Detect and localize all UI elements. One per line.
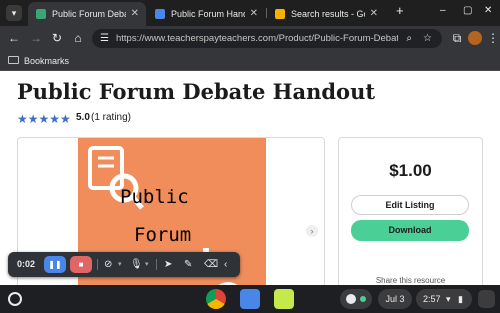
cover-title-line1: Public (120, 186, 189, 208)
overview-icon[interactable] (478, 290, 495, 308)
close-tab-icon[interactable]: ✕ (370, 2, 378, 26)
system-tray[interactable]: 2:57 ▾ ▮ (416, 289, 472, 309)
tab-title: Public Forum Handout - (171, 9, 245, 19)
docs-favicon-icon (155, 9, 165, 19)
address-bar[interactable]: ☰ https://www.teacherspayteachers.com/Pr… (92, 29, 442, 48)
rating-count[interactable]: (1 rating) (91, 112, 131, 123)
chevron-down-icon[interactable]: ▾ (118, 252, 122, 277)
clock: 2:57 (423, 294, 441, 304)
new-tab-icon[interactable]: + (396, 3, 404, 18)
product-title: Public Forum Debate Handout (17, 79, 376, 104)
browser-toolbar: ← → ↻ ⌂ ☰ https://www.teacherspayteacher… (0, 26, 500, 51)
system-shelf: Jul 3 2:57 ▾ ▮ (0, 285, 500, 313)
files-app-icon[interactable] (240, 289, 260, 309)
notes-app-icon[interactable] (274, 289, 294, 309)
share-resource-label: Share this resource (375, 276, 446, 285)
record-status-icon (346, 294, 356, 304)
stop-button[interactable]: ■ (70, 256, 92, 273)
folder-icon (8, 56, 19, 64)
tab-public-forum-debate[interactable]: Public Forum Debate Ha ✕ (28, 2, 146, 26)
menu-icon[interactable]: ⋮ (484, 29, 500, 47)
close-window-icon[interactable]: ✕ (484, 5, 492, 16)
search-icon[interactable]: ⌕ (406, 29, 412, 48)
close-tab-icon[interactable]: ✕ (131, 2, 139, 26)
screen-recorder-bar: 0:02 ❚❚ ■ ⊘ ▾ 🎙 ▾ ➤ ✎ ⌫ ‹ (8, 252, 240, 277)
camera-off-icon[interactable]: ⊘ (104, 252, 112, 277)
price: $1.00 (389, 161, 432, 180)
drive-favicon-icon (275, 9, 285, 19)
launcher-icon[interactable] (8, 292, 22, 306)
collapse-icon[interactable]: ‹ (224, 252, 227, 277)
url-text[interactable]: https://www.teacherspayteachers.com/Prod… (116, 29, 398, 48)
rating-stars: ★★★★★ (17, 112, 71, 126)
next-image-icon[interactable]: › (306, 225, 318, 237)
cover-title-line2: Forum (134, 224, 192, 246)
chevron-down-icon[interactable]: ▾ (145, 252, 149, 277)
edit-listing-button[interactable]: Edit Listing (351, 195, 469, 215)
pointer-icon[interactable]: ➤ (164, 252, 172, 277)
battery-icon: ▮ (458, 294, 463, 304)
bookmarks-folder[interactable]: Bookmarks (24, 51, 69, 71)
pen-icon[interactable]: ✎ (184, 252, 192, 277)
minimize-icon[interactable]: – (440, 5, 446, 16)
tab-search-button[interactable]: ▾ (6, 5, 22, 21)
maximize-icon[interactable]: ▢ (463, 5, 472, 16)
profile-avatar[interactable] (468, 31, 482, 45)
reload-icon[interactable]: ↻ (48, 29, 66, 47)
bookmark-star-icon[interactable]: ☆ (423, 29, 432, 48)
home-icon[interactable]: ⌂ (69, 29, 87, 47)
forward-icon[interactable]: → (27, 29, 45, 47)
bookmarks-bar: Bookmarks (0, 51, 500, 71)
date-tray[interactable]: Jul 3 (378, 289, 412, 309)
rating-score: 5.0 (76, 112, 90, 123)
tpt-favicon-icon (36, 9, 46, 19)
extensions-icon[interactable]: ⧉ (448, 29, 466, 47)
eraser-icon[interactable]: ⌫ (204, 252, 218, 277)
tab-google-search[interactable]: Search results - Google ✕ (267, 2, 385, 26)
download-button[interactable]: Download (351, 220, 469, 241)
recorder-divider (97, 259, 98, 270)
wifi-icon: ▾ (446, 294, 451, 304)
active-dot-icon (360, 296, 366, 302)
recorder-divider (156, 259, 157, 270)
back-icon[interactable]: ← (5, 29, 23, 47)
close-tab-icon[interactable]: ✕ (250, 2, 258, 26)
status-indicator[interactable] (340, 289, 372, 309)
tab-strip: ▾ Public Forum Debate Ha ✕ Public Forum … (0, 0, 500, 26)
tab-public-forum-handout[interactable]: Public Forum Handout - ✕ (147, 2, 265, 26)
tab-title: Public Forum Debate Ha (52, 9, 126, 19)
pause-button[interactable]: ❚❚ (44, 256, 66, 273)
site-info-icon[interactable]: ☰ (100, 29, 109, 48)
recording-timer: 0:02 (17, 259, 36, 269)
purchase-box: $1.00 Edit Listing Download Share this r… (338, 137, 483, 285)
chrome-app-icon[interactable] (206, 289, 226, 309)
microphone-icon[interactable]: 🎙 (130, 252, 143, 277)
tab-title: Search results - Google (291, 9, 365, 19)
